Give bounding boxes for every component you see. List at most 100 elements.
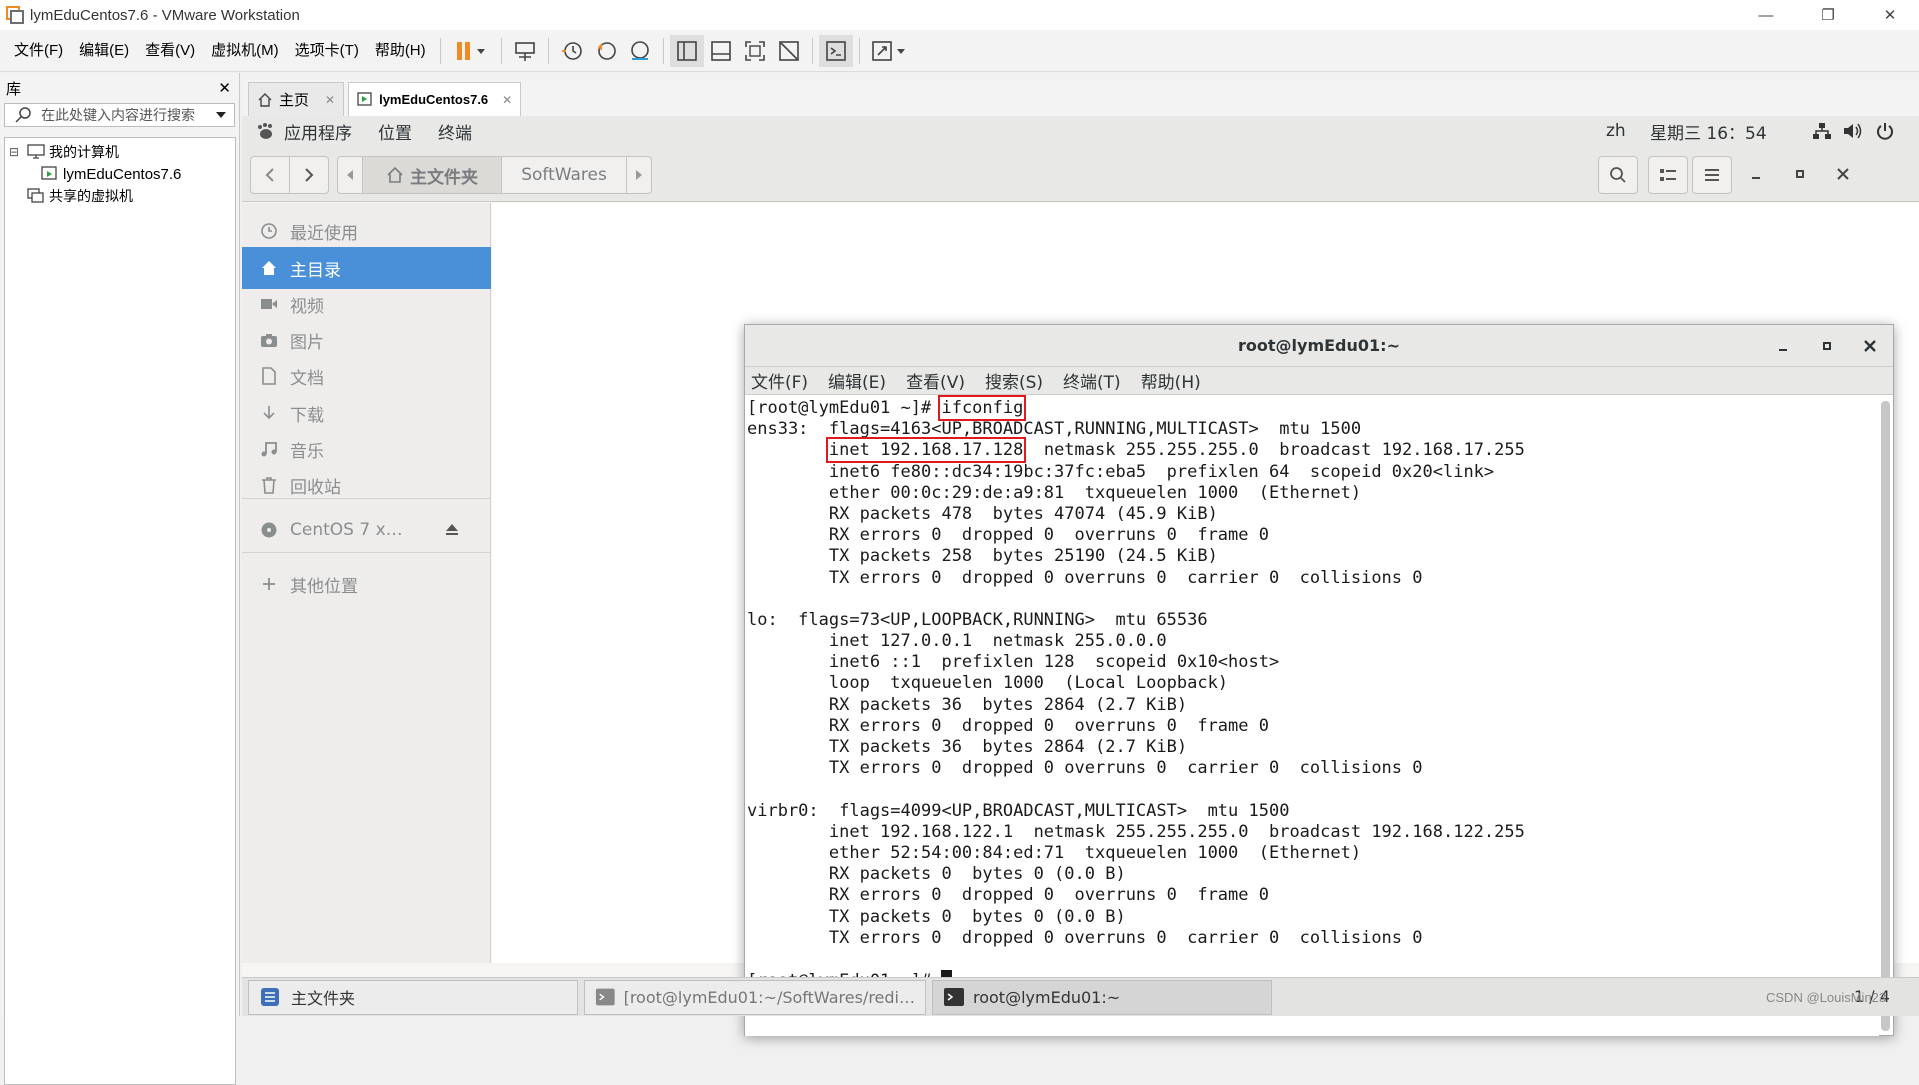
path-home-button[interactable]: 主文件夹 [362,156,502,194]
revert-snapshot-icon [597,41,616,60]
music-icon [261,442,277,457]
tree-item-vm[interactable]: lymEduCentos7.6 [5,163,235,185]
shared-vms-icon [27,188,44,203]
terminal-menu-help[interactable]: 帮助(H) [1141,368,1201,393]
terminal-menu-search[interactable]: 搜索(S) [985,368,1043,393]
sidebar-label-pictures: 图片 [290,332,324,353]
trash-icon [262,477,276,494]
eject-icon[interactable] [444,522,460,538]
hamburger-icon [1705,169,1719,181]
document-icon [262,367,276,385]
console-view-button[interactable] [818,34,853,67]
terminal-line: inet6 ::1 prefixlen 128 scopeid 0x10<hos… [747,652,1280,673]
menu-button[interactable] [1692,156,1732,194]
fullscreen-button[interactable] [738,35,772,67]
terminal-menu-terminal[interactable]: 终端(T) [1063,368,1121,393]
window-titlebar: lymEduCentos7.6 - VMware Workstation — ❐… [0,0,1919,30]
sidebar-item-other-locations[interactable]: 其他位置 [242,563,491,605]
volume-icon[interactable] [1842,121,1864,141]
sidebar-item-documents[interactable]: 文档 [242,355,491,397]
window-title: lymEduCentos7.6 - VMware Workstation [30,6,300,24]
menu-vm[interactable]: 虚拟机(M) [203,37,287,65]
menu-file[interactable]: 文件(F) [6,37,71,65]
terminal-title: root@lymEdu01:~ [1238,336,1400,355]
terminal-menu-file[interactable]: 文件(F) [751,368,808,393]
network-icon[interactable] [1812,121,1832,141]
tab-home-close-icon[interactable]: ✕ [325,93,335,107]
path-softwares-label: SoftWares [521,165,607,185]
sidebar-divider [242,498,491,499]
terminal-scrollbar[interactable] [1881,401,1890,1031]
sidebar-item-device[interactable]: CentOS 7 x… [242,509,491,551]
power-icon[interactable] [1875,121,1895,141]
snapshot-manager-button[interactable] [623,35,657,67]
sidebar-label-downloads: 下载 [290,405,324,426]
view-thumbnail-button[interactable] [704,35,738,67]
stretch-dropdown-button[interactable] [866,35,912,67]
tab-vm-close-icon[interactable]: ✕ [502,93,512,107]
taskbar-item-terminal-softwares[interactable]: [root@lymEdu01:~/SoftWares/redi… [584,979,926,1015]
terminal-minimize-icon[interactable] [1770,333,1796,359]
tree-collapse-toggle[interactable]: ⊟ [5,145,23,159]
tree-label-shared-vms: 共享的虚拟机 [49,188,133,204]
view-list-button[interactable] [1648,156,1688,194]
library-close-button[interactable]: ✕ [218,79,231,97]
menu-view[interactable]: 查看(V) [137,37,203,65]
taskbar-item-terminal-root[interactable]: root@lymEdu01:~ [932,979,1272,1015]
tree-item-shared-vms[interactable]: 共享的虚拟机 [5,185,235,207]
sidebar-label-other-locations: 其他位置 [290,576,358,597]
library-search-input[interactable]: 在此处键入内容进行搜索 [4,103,235,127]
csdn-watermark: CSDN @LouisMin23 [1766,990,1887,1005]
view-sidebar-button[interactable] [669,34,704,67]
revert-snapshot-button[interactable] [589,35,623,67]
terminal-line: lo: flags=73<UP,LOOPBACK,RUNNING> mtu 65… [747,609,1208,630]
terminal-line: RX errors 0 dropped 0 overruns 0 frame 0 [747,885,1269,906]
search-button[interactable] [1598,156,1638,194]
path-softwares-button[interactable]: SoftWares [501,156,627,194]
menu-places[interactable]: 位置 [378,119,412,144]
terminal-line: RX packets 0 bytes 0 (0.0 B) [747,864,1126,885]
send-keys-button[interactable] [508,35,542,67]
maximize-icon[interactable] [1794,168,1806,180]
path-scroll-left-button[interactable] [337,156,363,194]
sidebar-divider [242,552,491,553]
restore-button[interactable]: ❐ [1805,0,1851,30]
sidebar-item-recent[interactable]: 最近使用 [242,210,491,252]
tree-label-my-computer: 我的计算机 [49,144,119,160]
clock[interactable]: 星期三 16：54 [1650,119,1767,144]
pause-dropdown-button[interactable] [447,35,495,67]
forward-button[interactable] [289,156,329,194]
close-icon[interactable] [1836,167,1850,181]
sidebar-label-documents: 文档 [290,368,324,389]
terminal-line: ether 52:54:00:84:ed:71 txqueuelen 1000 … [747,842,1362,863]
terminal-menu-edit[interactable]: 编辑(E) [828,368,886,393]
tree-item-my-computer[interactable]: ⊟ 我的计算机 [5,141,235,163]
input-method-indicator[interactable]: zh [1606,121,1626,141]
library-pane: 库 ✕ 在此处键入内容进行搜索 ⊟ 我的计算机 lymEduCentos7.6 … [0,73,240,1085]
terminal-close-icon[interactable] [1857,333,1883,359]
minimize-button[interactable]: — [1743,0,1789,30]
terminal-menu-view[interactable]: 查看(V) [906,368,965,393]
terminal-maximize-icon[interactable] [1814,333,1840,359]
menu-terminal[interactable]: 终端 [438,119,472,144]
menu-help[interactable]: 帮助(H) [367,37,434,65]
close-button[interactable]: ✕ [1867,0,1913,30]
terminal-output[interactable]: [root@lymEdu01 ~]# ifconfig ens33: flags… [745,395,1879,1036]
path-scroll-right-button[interactable] [626,156,652,194]
menu-edit[interactable]: 编辑(E) [71,37,137,65]
terminal-inet-rest: netmask 255.255.255.0 broadcast 192.168.… [1023,440,1525,461]
taskbar-label-terminal-root: root@lymEdu01:~ [973,987,1121,1007]
menu-applications[interactable]: 应用程序 [284,119,352,144]
sidebar-item-trash[interactable]: 回收站 [242,464,491,506]
taskbar-item-files[interactable]: 主文件夹 [248,979,578,1015]
snapshot-button[interactable] [555,35,589,67]
tab-home[interactable]: 主页 ✕ [248,82,345,116]
menu-tabs[interactable]: 选项卡(T) [287,37,367,65]
unity-button[interactable] [772,35,806,67]
minimize-icon[interactable] [1750,168,1762,180]
back-button[interactable] [250,156,290,194]
tab-vm[interactable]: lymEduCentos7.6 ✕ [348,82,522,116]
chevron-down-icon[interactable] [214,110,228,120]
